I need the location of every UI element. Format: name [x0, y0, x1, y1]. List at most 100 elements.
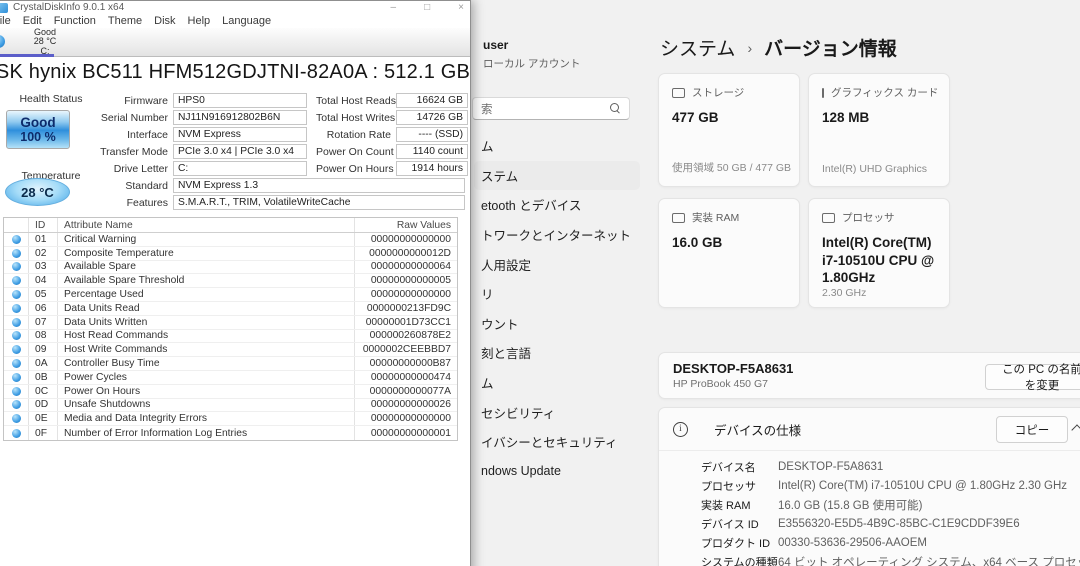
- cdi-field-row: Serial Number NJ11N916912802B6N: [0, 109, 307, 126]
- cdi-titlebar[interactable]: CrystalDiskInfo 9.0.1 x64 – □ ×: [0, 1, 470, 14]
- smart-row-id: 01: [28, 233, 57, 246]
- card-icon: [672, 212, 685, 223]
- copy-button[interactable]: コピー: [996, 416, 1068, 443]
- menu-item[interactable]: Language: [222, 15, 271, 27]
- smart-row-id: 0F: [28, 426, 57, 440]
- sidebar-nav-item[interactable]: イバシーとセキュリティ: [474, 427, 640, 457]
- status-dot-icon: [11, 372, 21, 382]
- sidebar-nav-item[interactable]: etooth とデバイス: [474, 190, 640, 220]
- cdi-menubar: File Edit Function Theme Disk Help Langu…: [0, 14, 470, 28]
- cdi-disk-tabbar: Good 28 °C C:: [0, 27, 470, 57]
- sidebar-nav-item[interactable]: セシビリティ: [474, 397, 640, 427]
- smart-row-id: 03: [28, 260, 57, 274]
- smart-table-row[interactable]: 08 Host Read Commands 000000260878E2: [4, 329, 457, 344]
- smart-table-row[interactable]: 05 Percentage Used 00000000000000: [4, 288, 457, 302]
- cdi-field-label: Features: [126, 196, 168, 209]
- menu-item[interactable]: Edit: [23, 15, 42, 27]
- minimize-icon[interactable]: –: [391, 1, 397, 14]
- smart-row-name: Power Cycles: [57, 370, 354, 384]
- smart-row-name: Data Units Written: [57, 315, 354, 329]
- sidebar-nav-item[interactable]: リ: [474, 279, 640, 309]
- card-icon: [822, 87, 824, 98]
- smart-row-status-cell: [4, 412, 28, 425]
- cdi-field-value: C:: [173, 161, 307, 176]
- smart-row-raw: 00000000000B87: [354, 357, 457, 370]
- smart-row-raw: 00000000000000: [354, 233, 457, 246]
- settings-search-input[interactable]: 索: [472, 97, 630, 120]
- smart-row-id: 08: [28, 329, 57, 343]
- smart-row-id: 07: [28, 315, 57, 329]
- status-dot-icon: [11, 331, 21, 341]
- smart-row-raw: 0000002CEEBBD7: [354, 343, 457, 357]
- status-dot-icon: [11, 234, 21, 244]
- sidebar-nav-item-label: ム: [481, 140, 494, 155]
- menu-item[interactable]: File: [0, 15, 11, 27]
- sidebar-nav-item-label: イバシーとセキュリティ: [481, 436, 618, 451]
- smart-row-id: 0D: [28, 398, 57, 412]
- cdi-field-label: Drive Letter: [113, 162, 168, 175]
- smart-row-name: Composite Temperature: [57, 246, 354, 260]
- card-subtext: 使用領域 50 GB / 477 GB: [672, 162, 792, 174]
- smart-table-row[interactable]: 0A Controller Busy Time 00000000000B87: [4, 357, 457, 371]
- smart-table-row[interactable]: 04 Available Spare Threshold 00000000000…: [4, 274, 457, 289]
- menu-item[interactable]: Theme: [108, 15, 142, 27]
- card-title: グラフィックス カード: [831, 87, 939, 99]
- smart-row-raw: 00000000000474: [354, 370, 457, 384]
- info-icon: i: [673, 421, 688, 437]
- maximize-icon[interactable]: □: [424, 1, 430, 14]
- smart-table-row[interactable]: 0B Power Cycles 00000000000474: [4, 370, 457, 385]
- sidebar-nav-item[interactable]: 人用設定: [474, 249, 640, 279]
- smart-table-row[interactable]: 0D Unsafe Shutdowns 00000000000026: [4, 398, 457, 413]
- spec-label: プロセッサ: [701, 480, 756, 493]
- window-controls: – □ ×: [391, 1, 464, 14]
- smart-row-name: Media and Data Integrity Errors: [57, 412, 354, 426]
- device-spec-expander-header[interactable]: i デバイスの仕様 コピー: [659, 408, 1080, 451]
- smart-row-status-cell: [4, 330, 28, 343]
- sidebar-nav-item[interactable]: トワークとインターネット: [474, 220, 640, 250]
- rename-pc-button[interactable]: この PC の名前を変更: [985, 364, 1080, 392]
- device-spec-list: デバイス名 DESKTOP-F5A8631 プロセッサ Intel(R) Cor…: [659, 451, 1080, 566]
- smart-table-row[interactable]: 0F Number of Error Information Log Entri…: [4, 426, 457, 440]
- smart-table-row[interactable]: 0C Power On Hours 0000000000077A: [4, 384, 457, 399]
- sidebar-nav-item[interactable]: ステム: [474, 160, 640, 191]
- smart-row-raw: 00000001D73CC1: [354, 315, 457, 329]
- sidebar-nav-item[interactable]: ウント: [474, 309, 640, 339]
- spec-label: システムの種類: [701, 556, 778, 566]
- sidebar-nav-item[interactable]: ム: [474, 131, 640, 161]
- smart-header-id: ID: [28, 218, 57, 232]
- about-card-header: 実装 RAM: [672, 210, 786, 225]
- smart-table-row[interactable]: 09 Host Write Commands 0000002CEEBBD7: [4, 343, 457, 358]
- smart-table-row[interactable]: 06 Data Units Read 0000000213FD9C: [4, 301, 457, 316]
- smart-table-row[interactable]: 01 Critical Warning 00000000000000: [4, 233, 457, 247]
- spec-label: 実装 RAM: [701, 499, 751, 512]
- smart-row-raw: 0000000213FD9C: [354, 301, 457, 315]
- sidebar-nav-item[interactable]: ndows Update: [474, 457, 640, 487]
- smart-row-id: 02: [28, 246, 57, 260]
- smart-table-row[interactable]: 03 Available Spare 00000000000064: [4, 260, 457, 275]
- close-icon[interactable]: ×: [458, 1, 464, 14]
- smart-table-row[interactable]: 07 Data Units Written 00000001D73CC1: [4, 315, 457, 330]
- menu-item[interactable]: Help: [188, 15, 211, 27]
- cdi-fields-left: Firmware HPS0 Serial Number NJ11N9169128…: [0, 92, 307, 177]
- smart-table-row[interactable]: 0E Media and Data Integrity Errors 00000…: [4, 412, 457, 427]
- smart-row-name: Unsafe Shutdowns: [57, 398, 354, 412]
- cdi-field-label: Firmware: [124, 94, 168, 107]
- search-icon: [610, 103, 621, 114]
- smart-row-status-cell: [4, 288, 28, 301]
- menu-item[interactable]: Function: [54, 15, 96, 27]
- breadcrumb-parent[interactable]: システム: [660, 34, 735, 61]
- sidebar-nav-item[interactable]: 刻と言語: [474, 338, 640, 368]
- card-value: 477 GB: [672, 110, 719, 125]
- card-title: プロセッサ: [842, 212, 895, 224]
- chevron-up-icon[interactable]: [1071, 424, 1080, 436]
- menu-item[interactable]: Disk: [154, 15, 175, 27]
- smart-row-status-cell: [4, 302, 28, 315]
- smart-row-status-cell: [4, 261, 28, 274]
- smart-row-name: Number of Error Information Log Entries: [57, 426, 354, 440]
- sidebar-nav-item-label: ム: [481, 377, 494, 392]
- smart-row-id: 05: [28, 288, 57, 301]
- sidebar-nav-item[interactable]: ム: [474, 368, 640, 398]
- cdi-field-label: Transfer Mode: [100, 145, 168, 158]
- disk-tab[interactable]: Good 28 °C C:: [26, 27, 64, 56]
- smart-table-row[interactable]: 02 Composite Temperature 0000000000012D: [4, 246, 457, 261]
